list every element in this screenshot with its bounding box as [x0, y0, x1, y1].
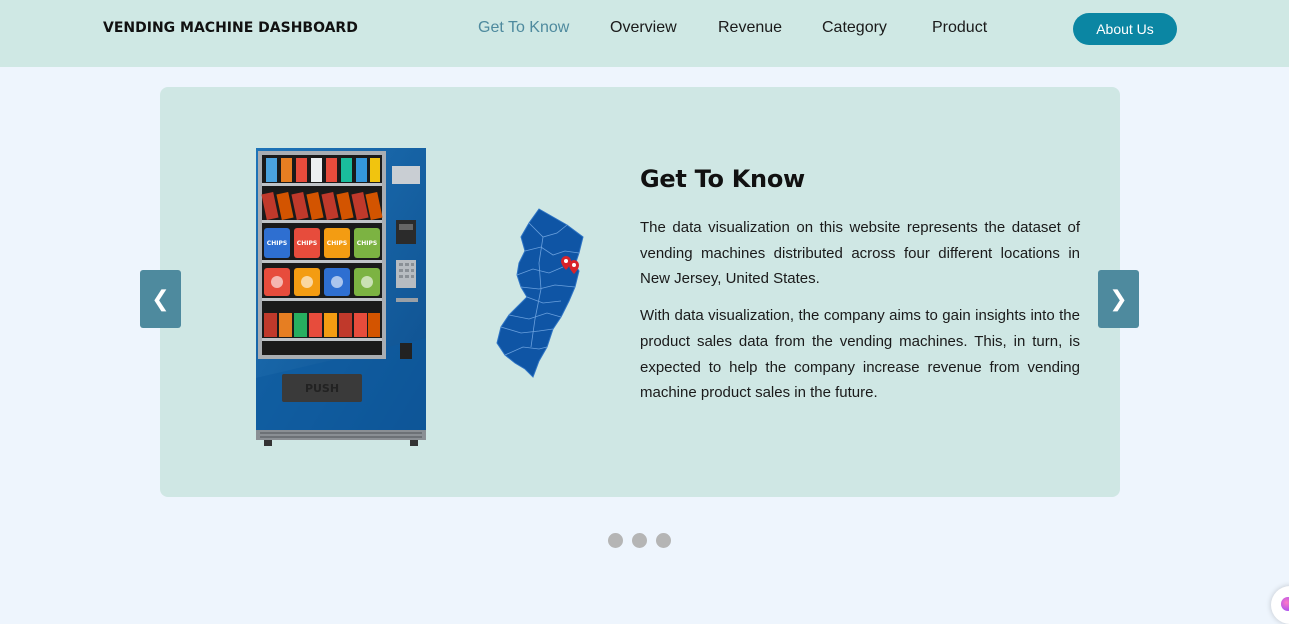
slide-heading: Get To Know	[640, 165, 805, 193]
carousel-prev-button[interactable]: ❮	[140, 270, 181, 328]
top-navbar: VENDING MACHINE DASHBOARD Get To Know Ov…	[0, 0, 1289, 67]
nav-category[interactable]: Category	[822, 19, 887, 37]
carousel-dot-2[interactable]	[632, 533, 647, 548]
chips-label: CHIPS	[327, 240, 347, 247]
nav-revenue[interactable]: Revenue	[718, 19, 782, 37]
chips-label: CHIPS	[297, 240, 317, 247]
nav-overview[interactable]: Overview	[610, 19, 677, 37]
carousel-indicators	[608, 533, 671, 548]
new-jersey-map-illustration	[496, 208, 584, 378]
vending-machine-illustration: CHIPS CHIPS CHIPS CHIPS PUSH	[256, 148, 426, 446]
carousel-dot-3[interactable]	[656, 533, 671, 548]
slide-paragraph-1: The data visualization on this website r…	[640, 219, 1080, 288]
slide-text-block: Get To Know The data visualization on th…	[640, 165, 1080, 417]
chips-label: CHIPS	[267, 240, 287, 247]
chat-bubble-icon	[1281, 597, 1289, 611]
chevron-left-icon: ❮	[151, 286, 170, 312]
carousel-dot-1[interactable]	[608, 533, 623, 548]
carousel-next-button[interactable]: ❯	[1098, 270, 1139, 328]
slide-paragraph-2: With data visualization, the company aim…	[640, 307, 1080, 402]
chat-widget-button[interactable]	[1271, 586, 1289, 624]
chips-label: CHIPS	[357, 240, 377, 247]
nav-product[interactable]: Product	[932, 19, 987, 37]
chevron-right-icon: ❯	[1109, 286, 1128, 312]
nav-get-to-know[interactable]: Get To Know	[478, 19, 569, 37]
push-label: PUSH	[305, 382, 339, 395]
about-us-button[interactable]: About Us	[1073, 13, 1177, 45]
brand-title: VENDING MACHINE DASHBOARD	[103, 20, 358, 36]
